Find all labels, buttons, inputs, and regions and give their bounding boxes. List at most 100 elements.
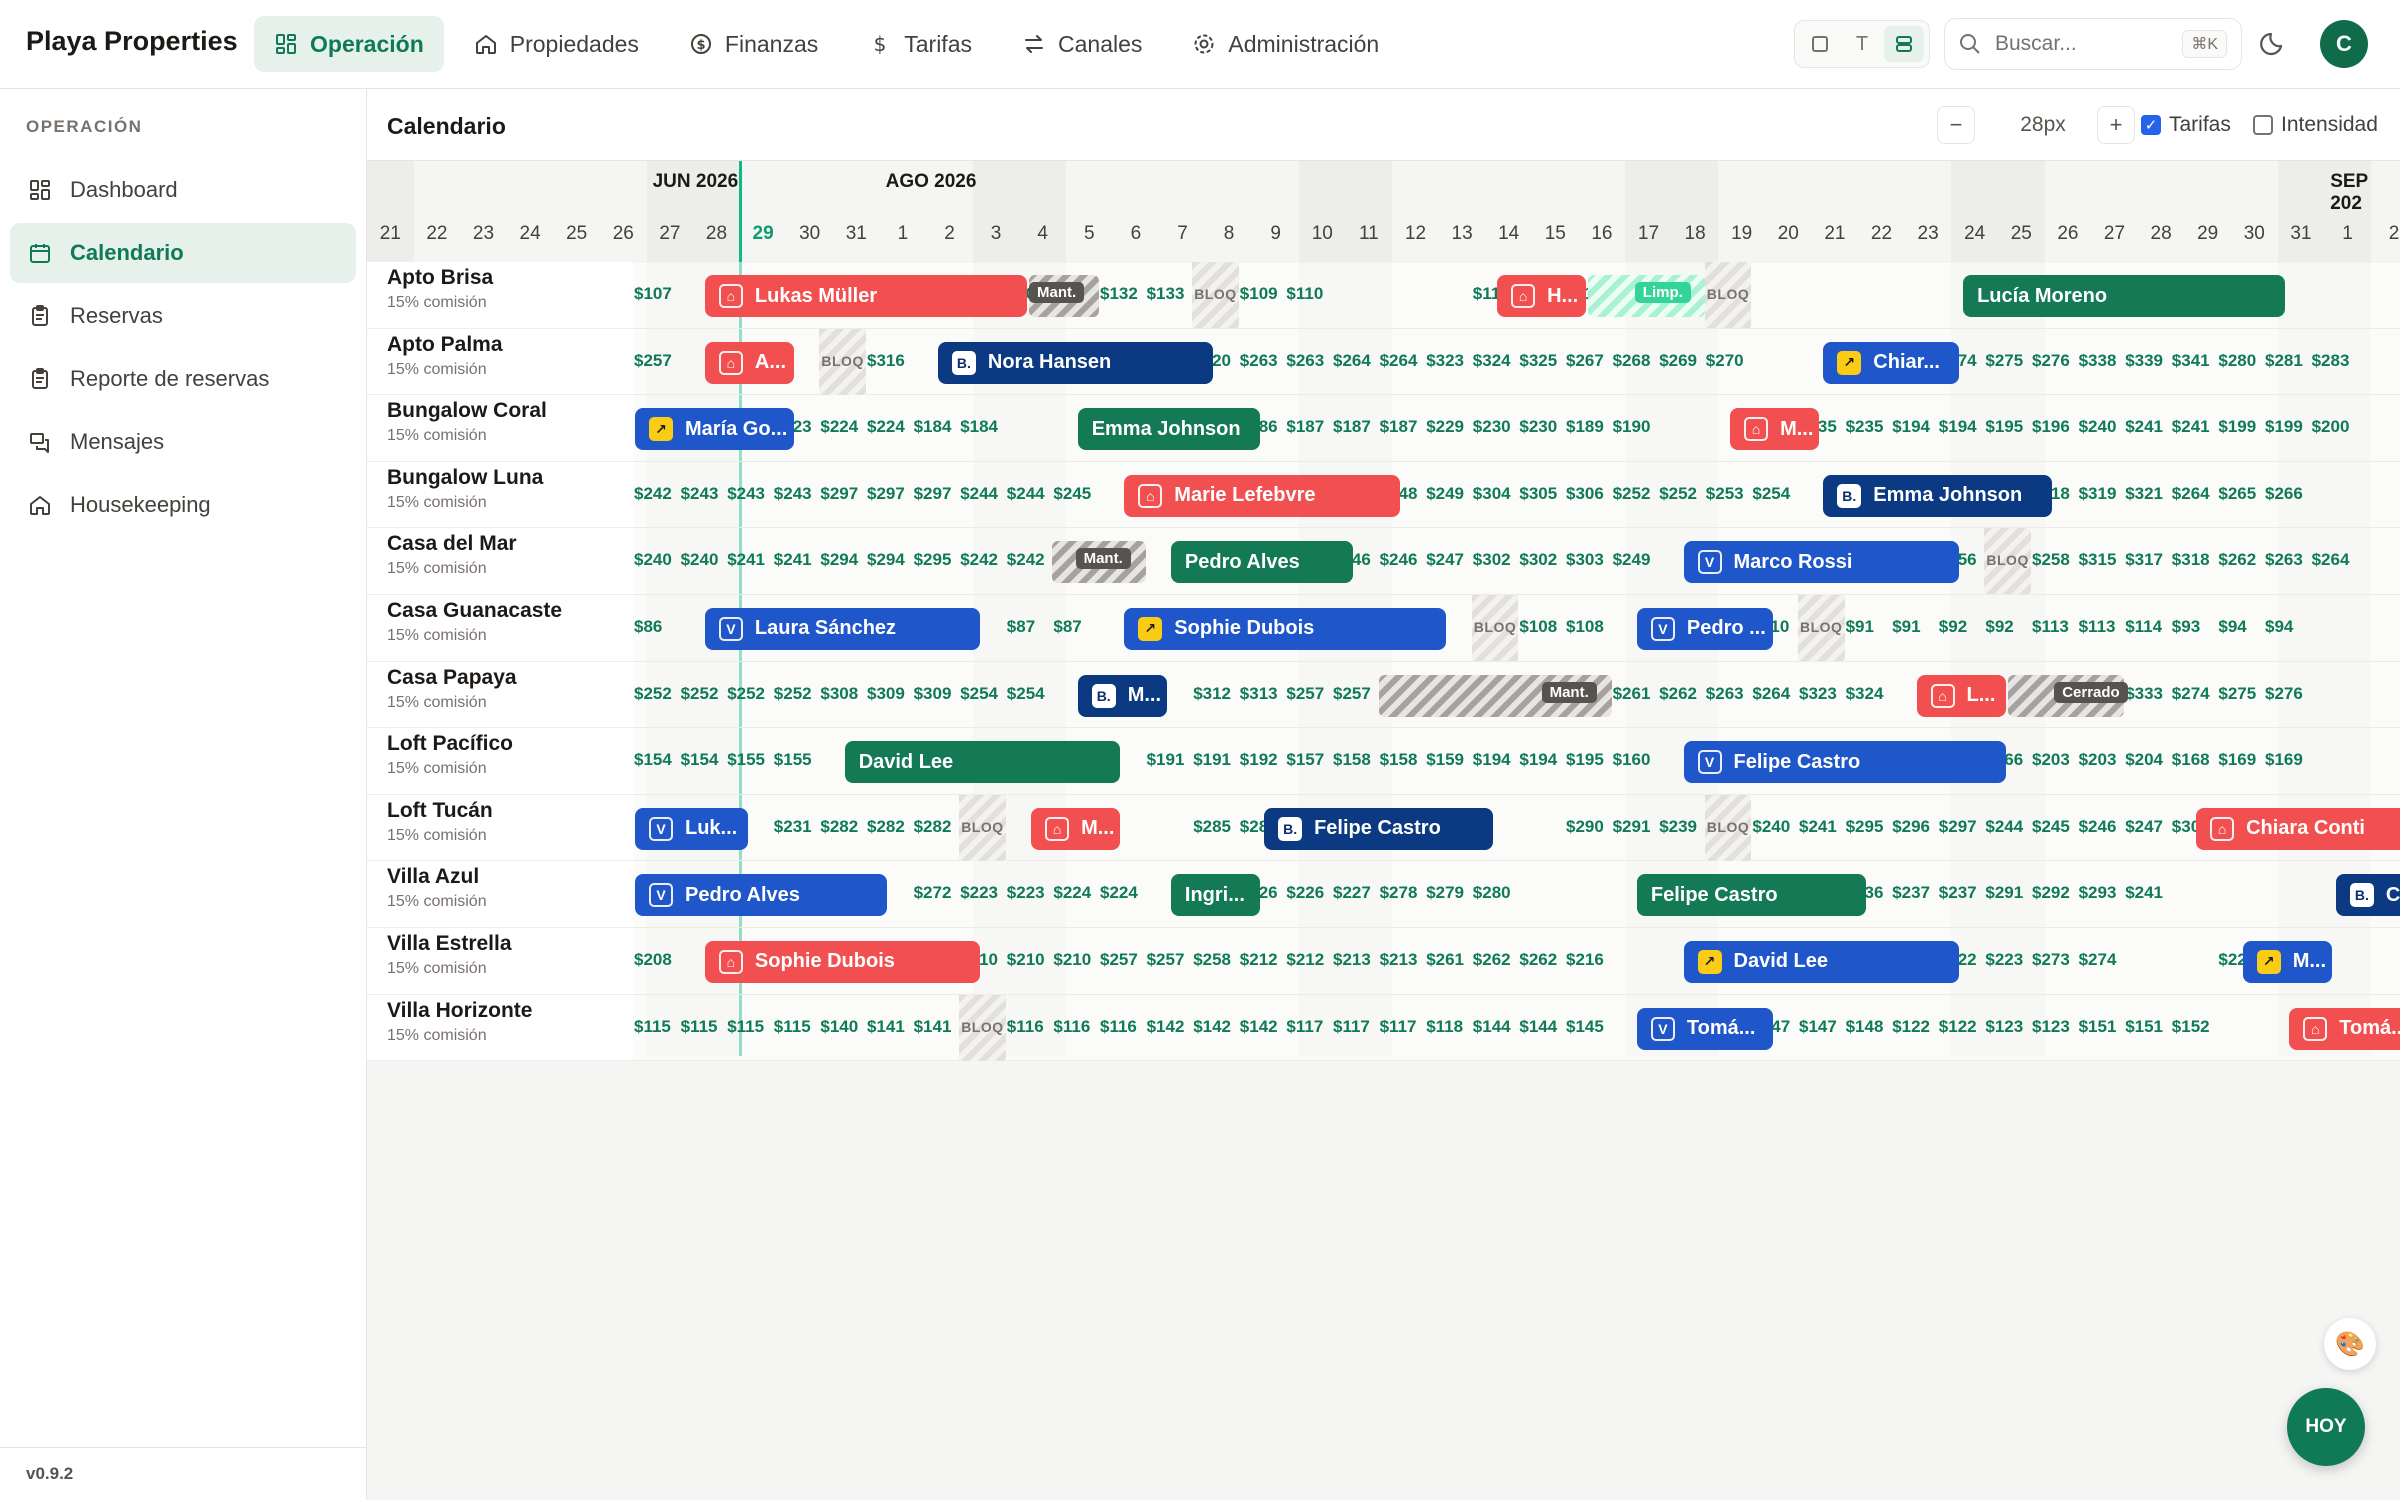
avatar[interactable]: C [2320, 20, 2368, 68]
price-cell[interactable]: $93 [2172, 617, 2218, 637]
price-cell[interactable]: $194 [1519, 750, 1565, 770]
price-cell[interactable]: $247 [2125, 817, 2171, 837]
price-cell[interactable]: $192 [1240, 750, 1286, 770]
price-cell[interactable]: $263 [1286, 351, 1332, 371]
day-number[interactable]: 19 [1718, 223, 1765, 245]
day-number[interactable]: 30 [786, 223, 833, 245]
price-cell[interactable]: $241 [1799, 817, 1845, 837]
price-cell[interactable]: $142 [1193, 1017, 1239, 1037]
booking-block[interactable]: ⌂ Marie Lefebvre [1124, 474, 1400, 517]
price-cell[interactable]: $257 [634, 351, 680, 371]
price-cell[interactable]: $155 [727, 750, 773, 770]
palette-button[interactable]: 🎨 [2324, 1318, 2376, 1370]
booking-block[interactable]: V Luk... [635, 807, 748, 850]
day-number[interactable]: 16 [1579, 223, 1626, 245]
price-cell[interactable]: $213 [1333, 950, 1379, 970]
price-cell[interactable]: $151 [2125, 1017, 2171, 1037]
day-number[interactable]: 2 [926, 223, 973, 245]
booking-block[interactable]: ⌂ M... [1031, 807, 1121, 850]
day-number[interactable]: 6 [1113, 223, 1160, 245]
checkbox-unchecked-icon[interactable] [2253, 115, 2273, 135]
day-number[interactable]: 13 [1439, 223, 1486, 245]
day-number[interactable]: 21 [367, 223, 414, 245]
price-cell[interactable]: $249 [1426, 484, 1472, 504]
day-number[interactable]: 21 [1812, 223, 1859, 245]
price-cell[interactable]: $123 [1985, 1017, 2031, 1037]
price-cell[interactable]: $252 [1659, 484, 1705, 504]
booking-block[interactable]: B. Emma Johnson [1823, 474, 2053, 517]
price-cell[interactable]: $313 [1240, 684, 1286, 704]
price-cell[interactable]: $252 [727, 684, 773, 704]
booking-block[interactable]: Ingri... [1170, 874, 1261, 917]
price-cell[interactable]: $229 [1426, 417, 1472, 437]
square-view-icon[interactable] [1800, 26, 1840, 62]
booking-block[interactable]: B. M... [1077, 674, 1167, 717]
price-cell[interactable]: $297 [820, 484, 866, 504]
price-cell[interactable]: $265 [2218, 484, 2264, 504]
price-cell[interactable]: $91 [1892, 617, 1938, 637]
price-cell[interactable]: $306 [1566, 484, 1612, 504]
price-cell[interactable]: $324 [1473, 351, 1519, 371]
price-cell[interactable]: $257 [1147, 950, 1193, 970]
booking-block[interactable]: ↗ Sophie Dubois [1124, 607, 1447, 650]
price-cell[interactable]: $158 [1333, 750, 1379, 770]
price-cell[interactable]: $116 [1007, 1017, 1053, 1037]
property-row[interactable]: Villa Horizonte 15% comisión [367, 995, 633, 1062]
brand-logo-text[interactable]: Playa Properties [26, 26, 238, 57]
price-cell[interactable]: $199 [2265, 417, 2311, 437]
day-number[interactable]: 5 [1066, 223, 1113, 245]
price-cell[interactable]: $266 [2265, 484, 2311, 504]
cleaning-badge[interactable]: Limp. [1634, 282, 1691, 303]
price-cell[interactable]: $293 [2079, 883, 2125, 903]
price-cell[interactable]: $231 [774, 817, 820, 837]
price-cell[interactable]: $115 [727, 1017, 773, 1037]
price-cell[interactable]: $267 [1566, 351, 1612, 371]
price-cell[interactable]: $242 [1007, 550, 1053, 570]
price-cell[interactable]: $226 [1286, 883, 1332, 903]
booking-block[interactable]: V Laura Sánchez [704, 607, 981, 650]
price-cell[interactable]: $239 [1659, 817, 1705, 837]
price-cell[interactable]: $224 [867, 417, 913, 437]
property-row[interactable]: Bungalow Coral 15% comisión [367, 395, 633, 462]
price-cell[interactable]: $304 [1473, 484, 1519, 504]
day-number[interactable]: 7 [1159, 223, 1206, 245]
maintenance-badge[interactable]: Mant. [1541, 681, 1597, 703]
price-cell[interactable]: $262 [1659, 684, 1705, 704]
price-cell[interactable]: $296 [1892, 817, 1938, 837]
price-cell[interactable]: $189 [1566, 417, 1612, 437]
day-number[interactable]: 1 [880, 223, 927, 245]
price-cell[interactable]: $341 [2172, 351, 2218, 371]
price-cell[interactable]: $169 [2265, 750, 2311, 770]
price-cell[interactable]: $252 [681, 684, 727, 704]
price-cell[interactable]: $242 [960, 550, 1006, 570]
price-cell[interactable]: $264 [1333, 351, 1379, 371]
price-cell[interactable]: $194 [1939, 417, 1985, 437]
price-cell[interactable]: $147 [1799, 1017, 1845, 1037]
price-cell[interactable]: $203 [2079, 750, 2125, 770]
price-cell[interactable]: $291 [1613, 817, 1659, 837]
price-cell[interactable]: $309 [914, 684, 960, 704]
price-cell[interactable]: $116 [1100, 1017, 1146, 1037]
booking-block[interactable]: V Pedro Alves [635, 874, 888, 917]
booking-block[interactable]: V Felipe Castro [1683, 741, 2006, 784]
price-cell[interactable]: $297 [867, 484, 913, 504]
day-number[interactable]: 4 [1019, 223, 1066, 245]
day-number[interactable]: 24 [1951, 223, 1998, 245]
maintenance-badge[interactable]: Cerrado [2054, 681, 2128, 703]
day-number[interactable]: 31 [833, 223, 880, 245]
property-row[interactable]: Bungalow Luna 15% comisión [367, 462, 633, 529]
price-cell[interactable]: $261 [1426, 950, 1472, 970]
booking-block[interactable]: ⌂ M... [1730, 408, 1820, 451]
booking-block[interactable]: ↗ M... [2242, 940, 2332, 983]
day-number[interactable]: 23 [1905, 223, 1952, 245]
price-cell[interactable]: $155 [774, 750, 820, 770]
price-cell[interactable]: $282 [867, 817, 913, 837]
sidebar-item-calendario[interactable]: Calendario [10, 223, 356, 283]
price-cell[interactable]: $108 [1519, 617, 1565, 637]
booking-block[interactable]: ⌂ H... [1497, 275, 1587, 317]
price-cell[interactable]: $152 [2172, 1017, 2218, 1037]
price-cell[interactable]: $154 [634, 750, 680, 770]
price-cell[interactable]: $268 [1613, 351, 1659, 371]
price-cell[interactable]: $269 [1659, 351, 1705, 371]
price-cell[interactable]: $278 [1380, 883, 1426, 903]
